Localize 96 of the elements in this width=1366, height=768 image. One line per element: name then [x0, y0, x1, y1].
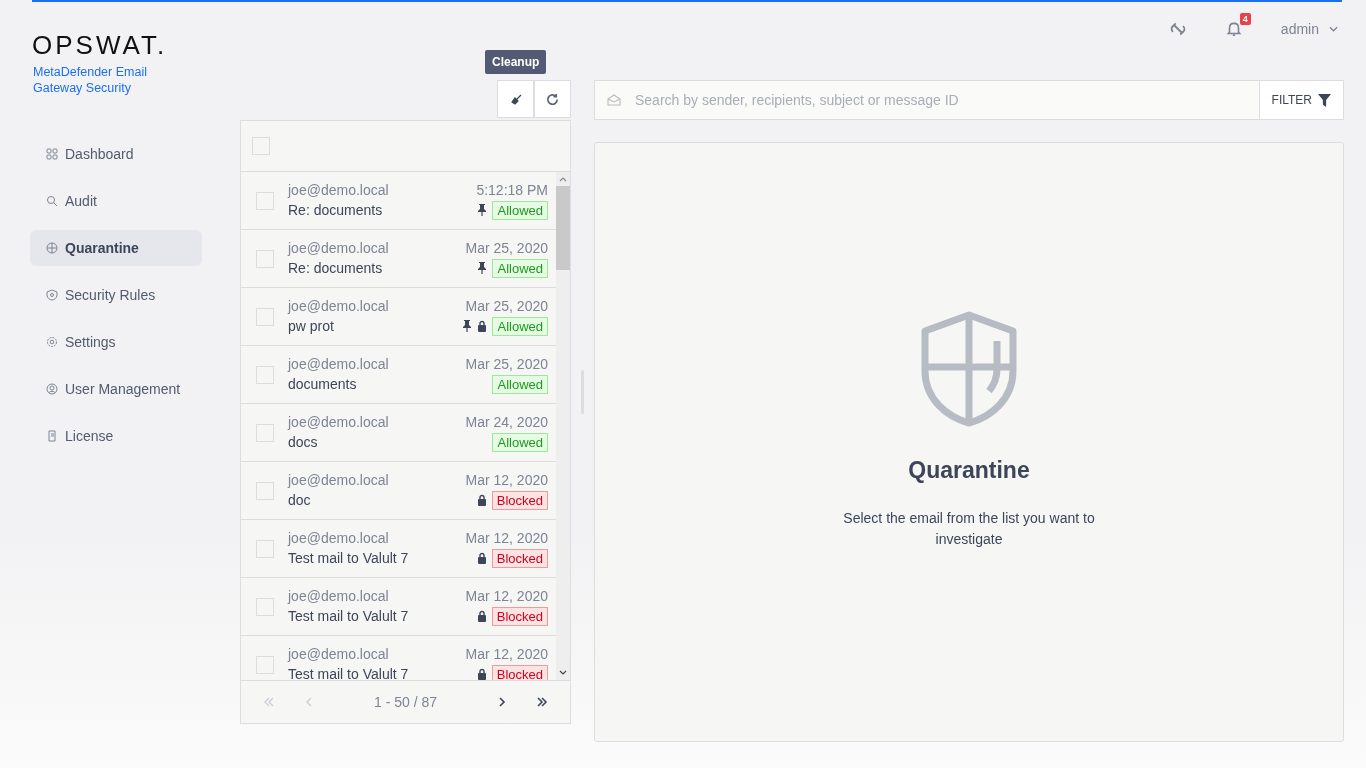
sender-text: joe@demo.local	[288, 645, 389, 662]
page-range: 1 - 50 / 87	[372, 694, 438, 710]
cleanup-button[interactable]	[497, 80, 534, 118]
tooltip: Cleanup	[485, 50, 547, 74]
status-badge: Allowed	[492, 200, 548, 220]
scrollbar-thumb[interactable]	[556, 186, 570, 270]
subject-text: documents	[288, 376, 357, 392]
subject-text: Test mail to Valult 7	[288, 666, 409, 680]
filter-button[interactable]: FILTER	[1258, 80, 1344, 120]
subject-text: Re: documents	[288, 202, 383, 218]
date-text: Mar 24, 2020	[465, 413, 548, 430]
date-text: Mar 25, 2020	[465, 355, 548, 372]
date-text: 5:12:18 PM	[476, 181, 548, 198]
sidebar-item[interactable]: License	[30, 418, 202, 454]
date-text: Mar 12, 2020	[465, 529, 548, 546]
row-checkbox[interactable]	[256, 539, 274, 558]
status-badge: Blocked	[491, 548, 548, 568]
row-checkbox[interactable]	[256, 191, 274, 210]
email-row[interactable]: joe@demo.local Mar 24, 2020 docs Allowed	[241, 404, 556, 462]
sender-text: joe@demo.local	[288, 355, 389, 372]
sidebar-item[interactable]: Quarantine	[30, 230, 202, 266]
status-badge: Blocked	[491, 606, 548, 626]
refresh-button[interactable]	[534, 80, 571, 118]
select-all-checkbox[interactable]	[252, 137, 270, 155]
detail-message: Select the email from the list you want to investigate	[842, 509, 1096, 549]
logo: OPSWAT.	[32, 30, 169, 61]
sidebar-item[interactable]: Security Rules	[30, 277, 202, 313]
sender-text: joe@demo.local	[288, 181, 389, 198]
scroll-up-icon[interactable]	[558, 175, 568, 183]
status-badge: Allowed	[492, 316, 548, 336]
subject-text: docs	[288, 434, 318, 450]
sender-text: joe@demo.local	[288, 529, 389, 546]
chevron-left-icon	[303, 697, 315, 707]
refresh-icon	[545, 91, 560, 107]
sender-text: joe@demo.local	[288, 239, 389, 256]
shield-icon	[919, 311, 1019, 427]
sender-text: joe@demo.local	[288, 413, 389, 430]
email-row[interactable]: joe@demo.local Mar 25, 2020 documents Allowed	[241, 346, 556, 404]
chevron-down-icon	[1329, 26, 1338, 32]
status-badge: Blocked	[491, 490, 548, 510]
email-row[interactable]: joe@demo.local 5:12:18 PM Re: documents Allowed	[241, 172, 556, 230]
sender-text: joe@demo.local	[288, 297, 389, 314]
double-chevron-right-icon	[536, 697, 548, 707]
date-text: Mar 25, 2020	[465, 239, 548, 256]
email-row[interactable]: joe@demo.local Mar 12, 2020 Test mail to Valult 7 Blocked	[241, 636, 556, 680]
email-row[interactable]: joe@demo.local Mar 25, 2020 Re: documents Allowed	[241, 230, 556, 288]
product-name: MetaDefender Email Gateway Security	[33, 64, 148, 96]
search-input[interactable]: Search by sender, recipients, subject or message ID	[633, 91, 1259, 109]
subject-text: Re: documents	[288, 260, 383, 276]
sender-text: joe@demo.local	[288, 471, 389, 488]
subject-text: Test mail to Valult 7	[288, 608, 409, 624]
globe-icon	[46, 242, 58, 254]
scroll-down-icon[interactable]	[558, 669, 568, 677]
search-field[interactable]: Search by sender, recipients, subject or message ID	[594, 80, 1259, 120]
shield-icon	[46, 289, 58, 301]
date-text: Mar 12, 2020	[465, 587, 548, 604]
envelope-icon	[607, 94, 621, 106]
sidebar-item[interactable]: Dashboard	[30, 136, 202, 172]
email-row[interactable]: joe@demo.local Mar 12, 2020 Test mail to Valult 7 Blocked	[241, 520, 556, 578]
grid-icon	[46, 148, 58, 160]
double-chevron-left-icon	[263, 697, 275, 707]
unlink-icon[interactable]	[1168, 20, 1187, 38]
row-checkbox[interactable]	[256, 655, 274, 674]
row-checkbox[interactable]	[256, 481, 274, 500]
chevron-right-icon	[496, 697, 508, 707]
bell-icon[interactable]	[1224, 20, 1243, 38]
email-row[interactable]: joe@demo.local Mar 12, 2020 doc Blocked	[241, 462, 556, 520]
status-badge: Allowed	[492, 258, 548, 278]
status-badge: Allowed	[492, 374, 548, 394]
funnel-icon	[1318, 93, 1331, 107]
subject-text: pw prot	[288, 318, 334, 334]
broom-icon	[509, 93, 522, 105]
detail-title: Quarantine	[908, 457, 1030, 484]
sidebar-item[interactable]: Settings	[30, 324, 202, 360]
date-text: Mar 25, 2020	[465, 297, 548, 314]
user-icon	[46, 383, 58, 395]
status-badge: Blocked	[491, 664, 548, 680]
document-icon	[46, 430, 58, 442]
subject-text: doc	[288, 492, 311, 508]
row-checkbox[interactable]	[256, 365, 274, 384]
subject-text: Test mail to Valult 7	[288, 550, 409, 566]
email-row[interactable]: joe@demo.local Mar 12, 2020 Test mail to Valult 7 Blocked	[241, 578, 556, 636]
date-text: Mar 12, 2020	[465, 645, 548, 662]
sidebar-item[interactable]: Audit	[30, 183, 202, 219]
date-text: Mar 12, 2020	[465, 471, 548, 488]
row-checkbox[interactable]	[256, 597, 274, 616]
row-checkbox[interactable]	[256, 307, 274, 326]
row-checkbox[interactable]	[256, 249, 274, 268]
magnifier-icon	[46, 195, 58, 207]
gear-icon	[46, 336, 58, 348]
sender-text: joe@demo.local	[288, 587, 389, 604]
sidebar-item[interactable]: User Management	[30, 371, 202, 407]
notification-badge: 4	[1239, 13, 1251, 25]
status-badge: Allowed	[492, 432, 548, 452]
email-row[interactable]: joe@demo.local Mar 25, 2020 pw prot Allowed	[241, 288, 556, 346]
row-checkbox[interactable]	[256, 423, 274, 442]
